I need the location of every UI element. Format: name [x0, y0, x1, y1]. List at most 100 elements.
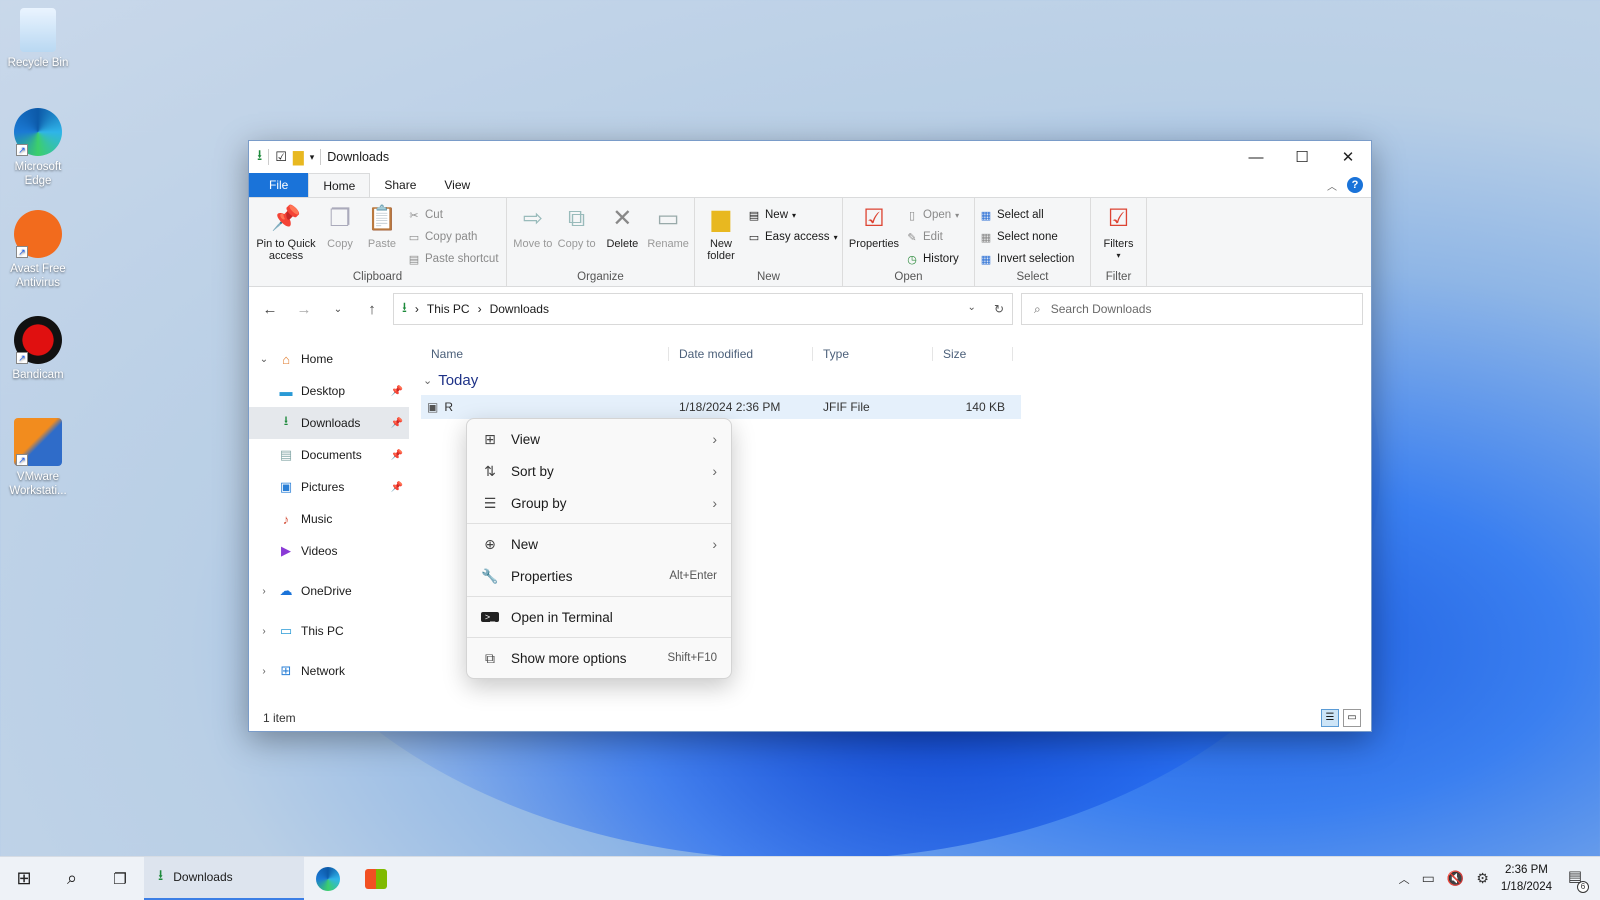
nav-item-pictures[interactable]: ▣ Pictures 📌	[249, 471, 409, 503]
easy-access-icon: ▭	[748, 231, 760, 244]
nav-item-home[interactable]: ⌄ ⌂ Home	[249, 343, 409, 375]
maximize-button[interactable]: ☐	[1279, 141, 1325, 173]
chevron-right-icon[interactable]: ›	[257, 586, 271, 597]
ctx-view[interactable]: ⊞ View ›	[467, 423, 731, 455]
minimize-button[interactable]: —	[1233, 141, 1279, 173]
desktop-icon-avast[interactable]: ↗ Avast Free Antivirus	[4, 210, 72, 290]
new-folder-qat-icon[interactable]: ▇	[293, 149, 304, 166]
chevron-right-icon: ›	[712, 431, 717, 447]
breadcrumb-this-pc[interactable]: This PC	[427, 302, 470, 316]
network-icon[interactable]: ▭	[1422, 870, 1435, 887]
up-button[interactable]: ↑	[359, 301, 385, 318]
column-header-type[interactable]: Type	[813, 347, 933, 361]
ctx-new[interactable]: ⊕ New ›	[467, 528, 731, 560]
qat-dropdown-icon[interactable]: ▾	[310, 152, 315, 163]
pin-icon: 📌	[390, 385, 403, 397]
ctx-group-by[interactable]: ☰ Group by ›	[467, 487, 731, 519]
properties-qat-icon[interactable]: ☑	[275, 149, 287, 165]
table-row[interactable]: ▣ R 1/18/2024 2:36 PM JFIF File 140 KB	[421, 395, 1021, 419]
easy-access-button[interactable]: ▭ Easy access ▾	[747, 228, 838, 246]
invert-selection-icon: ▦	[980, 253, 992, 266]
nav-item-music[interactable]: ♪ Music	[249, 503, 409, 535]
chevron-right-icon[interactable]: ›	[257, 626, 271, 637]
nav-item-onedrive[interactable]: › ☁ OneDrive	[249, 575, 409, 607]
start-button[interactable]: ⊞	[0, 857, 48, 900]
select-none-button[interactable]: ▦ Select none	[979, 228, 1074, 246]
file-size: 140 KB	[965, 400, 1005, 414]
store-icon	[365, 868, 387, 889]
nav-item-network[interactable]: › ⊞ Network	[249, 655, 409, 687]
recent-locations-button[interactable]: ⌄	[325, 304, 351, 315]
properties-icon: ☑	[863, 205, 885, 232]
ctx-properties[interactable]: 🔧 Properties Alt+Enter	[467, 560, 731, 592]
nav-label-pictures: Pictures	[301, 480, 345, 494]
column-header-name[interactable]: Name	[421, 347, 669, 361]
help-icon[interactable]: ?	[1347, 177, 1363, 193]
invert-selection-button[interactable]: ▦ Invert selection	[979, 250, 1075, 268]
nav-item-this-pc[interactable]: › ▭ This PC	[249, 615, 409, 647]
nav-item-desktop[interactable]: ▬ Desktop 📌	[249, 375, 409, 407]
tab-share[interactable]: Share	[370, 173, 430, 197]
task-view-button[interactable]: ❐	[96, 857, 144, 900]
search-input[interactable]: ⌕ Search Downloads	[1021, 293, 1363, 325]
ctx-open-terminal[interactable]: >_ Open in Terminal	[467, 601, 731, 633]
documents-icon: ▤	[279, 447, 293, 462]
desktop-icon-bandicam[interactable]: ↗ Bandicam	[4, 316, 72, 382]
copy-label: Copy	[327, 238, 353, 250]
desktop-icon-edge[interactable]: ↗ Microsoft Edge	[4, 108, 72, 188]
chevron-down-icon[interactable]: ⌄	[257, 354, 271, 365]
onedrive-icon: ☁	[279, 583, 293, 598]
nav-item-videos[interactable]: ▶ Videos	[249, 535, 409, 567]
tab-file[interactable]: File	[249, 173, 309, 197]
paste-icon: 📋	[367, 205, 397, 232]
chevron-up-icon[interactable]: ︿	[1399, 871, 1410, 887]
column-header-date[interactable]: Date modified	[669, 347, 813, 361]
notification-center-button[interactable]: ▤ 6	[1564, 868, 1589, 893]
copy-to-icon: ⧉	[568, 205, 586, 232]
new-item-button[interactable]: ▤ New ▾	[747, 206, 838, 224]
computer-icon: ▭	[279, 623, 293, 638]
volume-muted-icon[interactable]: 🔇	[1447, 870, 1464, 887]
column-header-size[interactable]: Size	[933, 347, 1013, 361]
downloads-icon: ⭳	[158, 866, 164, 884]
breadcrumb-downloads[interactable]: Downloads	[490, 302, 549, 316]
refresh-icon[interactable]: ↻	[994, 302, 1004, 316]
nav-item-documents[interactable]: ▤ Documents 📌	[249, 439, 409, 471]
chevron-right-icon[interactable]: ›	[257, 666, 271, 677]
address-dropdown-icon[interactable]: ⌄	[968, 302, 976, 316]
desktop-icon-recycle-bin[interactable]: Recycle Bin	[4, 8, 72, 70]
copy-path-button[interactable]: ▭ Copy path	[407, 228, 499, 246]
select-all-button[interactable]: ▦ Select all	[979, 206, 1074, 224]
search-button[interactable]: ⌕	[48, 857, 96, 900]
forward-button[interactable]: →	[291, 301, 317, 318]
gear-icon[interactable]: ⚙	[1476, 870, 1489, 887]
open-button[interactable]: ▯ Open ▾	[905, 206, 959, 224]
details-view-button[interactable]: ☰	[1321, 709, 1339, 727]
cut-button[interactable]: ✂ Cut	[407, 206, 499, 224]
pin-label: Pin to Quick access	[256, 238, 316, 262]
tab-home[interactable]: Home	[308, 173, 371, 197]
nav-label-downloads: Downloads	[301, 416, 361, 430]
taskbar-edge[interactable]	[304, 857, 352, 900]
desktop-icon-label: Recycle Bin	[7, 57, 69, 69]
taskbar-store[interactable]	[352, 857, 400, 900]
paste-shortcut-button[interactable]: ▤ Paste shortcut	[407, 250, 499, 268]
nav-item-downloads[interactable]: ⭳ Downloads 📌	[249, 407, 409, 439]
history-button[interactable]: ◷ History	[905, 250, 959, 268]
clock[interactable]: 2:36 PM 1/18/2024	[1501, 862, 1552, 896]
collapse-ribbon-icon[interactable]: ︿	[1327, 178, 1337, 193]
back-button[interactable]: ←	[257, 301, 283, 318]
close-button[interactable]: ✕	[1325, 141, 1371, 173]
search-icon: ⌕	[1034, 301, 1041, 316]
taskbar-app-downloads[interactable]: ⭳ Downloads	[144, 856, 304, 900]
address-bar[interactable]: ⭳ › This PC › Downloads ⌄ ↻	[393, 293, 1013, 325]
ctx-show-more-options[interactable]: ⧉ Show more options Shift+F10	[467, 642, 731, 674]
edit-button[interactable]: ✎ Edit	[905, 228, 959, 246]
ctx-sort-by[interactable]: ⇅ Sort by ›	[467, 455, 731, 487]
tab-view[interactable]: View	[430, 173, 484, 197]
grid-view-icon: ⊞	[484, 430, 496, 447]
file-name: R	[444, 400, 454, 414]
group-header-today[interactable]: ⌄ Today	[421, 365, 1371, 395]
large-icons-view-button[interactable]: ▭	[1343, 709, 1361, 727]
desktop-icon-vmware[interactable]: ↗ VMware Workstati...	[4, 418, 72, 498]
